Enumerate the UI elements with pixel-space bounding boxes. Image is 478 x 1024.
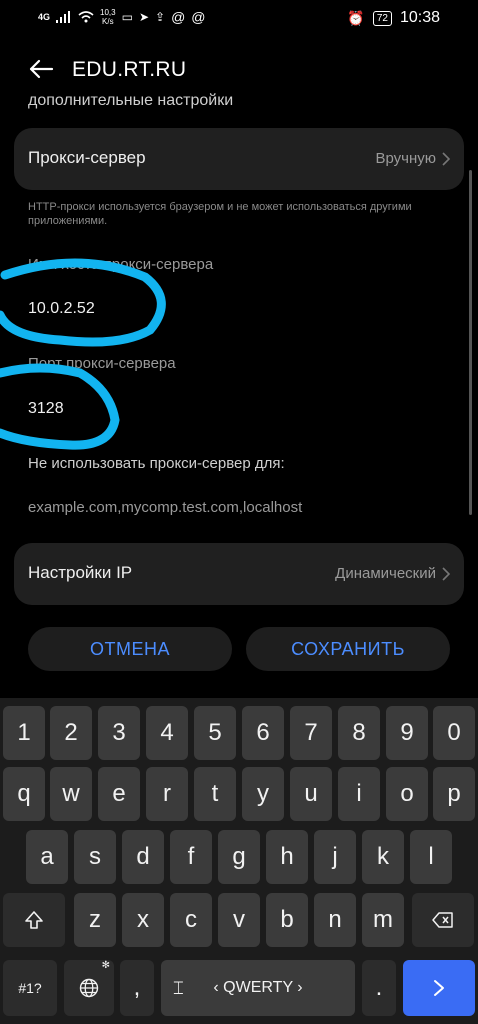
key-k[interactable]: k (362, 830, 404, 884)
key-r[interactable]: r (146, 767, 188, 821)
shift-icon (25, 911, 43, 929)
ip-settings-value: Динамический (335, 565, 436, 582)
page-title: EDU.RT.RU (72, 58, 187, 81)
backspace-icon (432, 912, 453, 928)
key-u[interactable]: u (290, 767, 332, 821)
proxy-value: Вручную (375, 150, 436, 167)
key-b[interactable]: b (266, 893, 308, 947)
backspace-key[interactable] (412, 893, 474, 947)
scrollbar[interactable] (469, 170, 472, 515)
key-d[interactable]: d (122, 830, 164, 884)
settings-gear-icon: ✻ (101, 960, 110, 971)
key-s[interactable]: s (74, 830, 116, 884)
key-q[interactable]: q (3, 767, 45, 821)
battery-indicator: 72 (372, 10, 392, 26)
shift-key[interactable] (3, 893, 65, 947)
wifi-icon (78, 11, 94, 23)
sim-icon: ▭ (121, 10, 133, 24)
network-type: 4G (38, 12, 51, 22)
key-j[interactable]: j (314, 830, 356, 884)
status-bar: 4G 10,3 K/s ▭ ➤ ⇪ @ @ ⏰ 72 10:38 (0, 0, 478, 36)
period-key[interactable]: . (362, 960, 396, 1016)
bypass-label: Не использовать прокси-сервер для: (28, 455, 285, 472)
key-f[interactable]: f (170, 830, 212, 884)
enter-key[interactable] (403, 960, 475, 1016)
key-4[interactable]: 4 (146, 706, 188, 760)
key-5[interactable]: 5 (194, 706, 236, 760)
key-z[interactable]: z (74, 893, 116, 947)
save-button[interactable]: СОХРАНИТЬ (246, 627, 450, 671)
clock: 10:38 (399, 9, 440, 26)
key-2[interactable]: 2 (50, 706, 92, 760)
arrow-right-icon (434, 980, 444, 996)
key-i[interactable]: i (338, 767, 380, 821)
section-heading: дополнительные настройки (28, 92, 234, 109)
key-1[interactable]: 1 (3, 706, 45, 760)
key-3[interactable]: 3 (98, 706, 140, 760)
key-m[interactable]: m (362, 893, 404, 947)
network-speed: 10,3 K/s (100, 8, 116, 26)
status-left: 4G 10,3 K/s ▭ ➤ ⇪ @ @ (38, 8, 206, 26)
back-arrow-icon[interactable] (28, 56, 54, 82)
key-n[interactable]: n (314, 893, 356, 947)
key-o[interactable]: o (386, 767, 428, 821)
chevron-right-icon (442, 567, 450, 581)
at-icon-2: @ (191, 9, 206, 25)
key-0[interactable]: 0 (433, 706, 475, 760)
alarm-icon: ⏰ (347, 9, 365, 26)
key-g[interactable]: g (218, 830, 260, 884)
upload-icon: ⇪ (155, 10, 166, 24)
key-y[interactable]: y (242, 767, 284, 821)
telegram-icon: ➤ (138, 10, 149, 24)
key-e[interactable]: e (98, 767, 140, 821)
cancel-button[interactable]: ОТМЕНА (28, 627, 232, 671)
key-w[interactable]: w (50, 767, 92, 821)
language-key[interactable]: ✻ (64, 960, 114, 1016)
proxy-label: Прокси-сервер (28, 148, 146, 167)
ip-settings-row[interactable]: Настройки IP Динамический (14, 543, 464, 605)
comma-key[interactable]: , (120, 960, 154, 1016)
key-p[interactable]: p (433, 767, 475, 821)
key-x[interactable]: x (122, 893, 164, 947)
key-v[interactable]: v (218, 893, 260, 947)
symbols-key[interactable]: #1? (3, 960, 57, 1016)
proxy-hint: HTTP-прокси используется браузером и не … (28, 201, 412, 227)
annotation-scribble (0, 258, 166, 450)
key-h[interactable]: h (266, 830, 308, 884)
key-t[interactable]: t (194, 767, 236, 821)
key-a[interactable]: a (26, 830, 68, 884)
space-key[interactable]: ⌶ ‹ QWERTY › (161, 960, 355, 1016)
key-9[interactable]: 9 (386, 706, 428, 760)
bypass-input[interactable]: example.com,mycomp.test.com,localhost (28, 499, 302, 516)
keyboard: 1 2 3 4 5 6 7 8 9 0 q w e r t y u i o p … (0, 698, 478, 1024)
space-label: ‹ QWERTY › (213, 979, 303, 996)
cursor-move-icon: ⌶ (173, 977, 184, 998)
chevron-right-icon (442, 152, 450, 166)
key-l[interactable]: l (410, 830, 452, 884)
globe-icon (79, 978, 99, 998)
signal-icon (56, 11, 71, 23)
key-7[interactable]: 7 (290, 706, 332, 760)
ip-settings-label: Настройки IP (28, 563, 133, 582)
key-8[interactable]: 8 (338, 706, 380, 760)
status-right: ⏰ 72 10:38 (347, 9, 440, 27)
proxy-setting-row[interactable]: Прокси-сервер Вручную (14, 128, 464, 190)
at-icon: @ (171, 9, 186, 25)
key-6[interactable]: 6 (242, 706, 284, 760)
key-c[interactable]: c (170, 893, 212, 947)
